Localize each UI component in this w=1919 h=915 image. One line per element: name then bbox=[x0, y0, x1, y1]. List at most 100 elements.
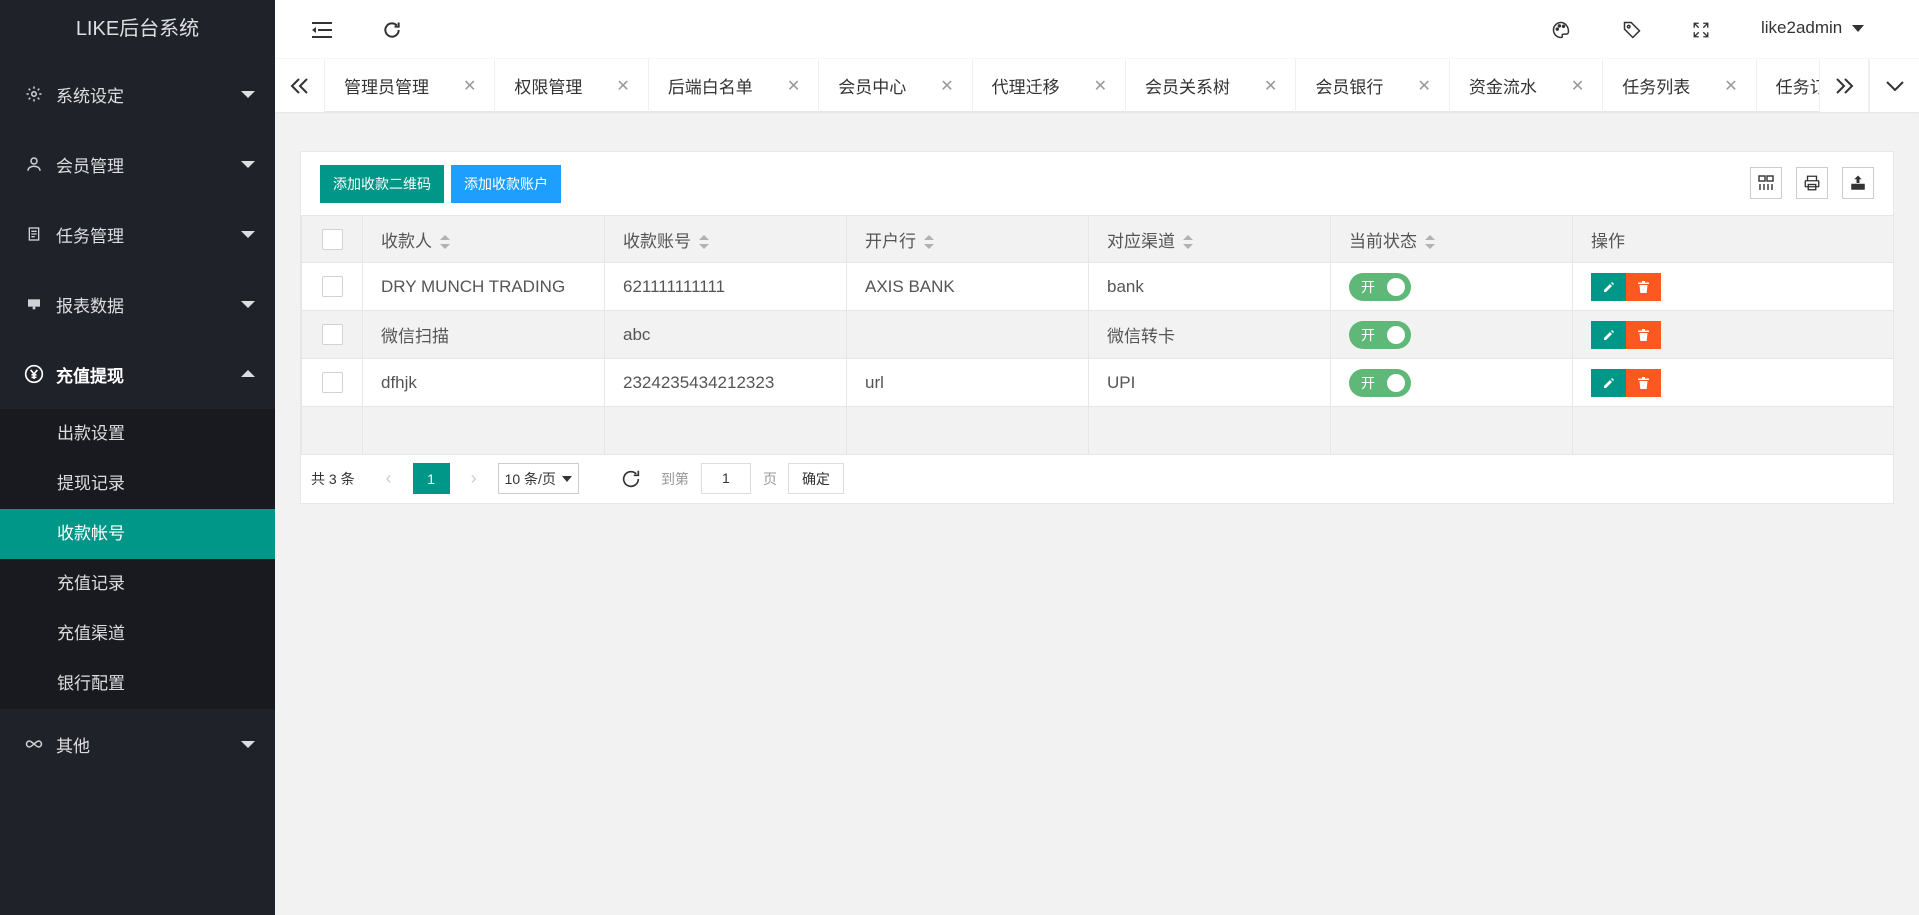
sidebar-subitem-receiving-accounts[interactable]: 收款帐号 bbox=[0, 509, 275, 559]
status-cell: 开 bbox=[1330, 310, 1573, 359]
tab-member-tree[interactable]: 会员关系树 ✕ bbox=[1126, 59, 1297, 112]
tag-icon[interactable] bbox=[1620, 18, 1644, 42]
sort-icon[interactable] bbox=[1425, 235, 1435, 250]
refresh-icon[interactable] bbox=[380, 18, 404, 42]
column-header-status[interactable]: 当前状态 bbox=[1330, 215, 1573, 263]
close-icon[interactable]: ✕ bbox=[1094, 76, 1107, 96]
sidebar-subitem-recharge-records[interactable]: 充值记录 bbox=[0, 559, 275, 609]
close-icon[interactable]: ✕ bbox=[940, 76, 953, 96]
tab-task-list[interactable]: 任务列表 ✕ bbox=[1603, 59, 1757, 112]
table-toolbar: 添加收款二维码 添加收款账户 bbox=[301, 152, 1893, 215]
sidebar-item-other[interactable]: 其他 bbox=[0, 709, 275, 779]
sidebar-subitem-payout-settings[interactable]: 出款设置 bbox=[0, 409, 275, 459]
tabs-menu-button[interactable] bbox=[1869, 59, 1919, 112]
user-menu[interactable]: like2admin bbox=[1761, 18, 1865, 38]
sidebar-item-system-settings[interactable]: 系统设定 bbox=[0, 59, 275, 129]
palette-icon[interactable] bbox=[1549, 18, 1573, 42]
chevron-down-icon bbox=[241, 231, 255, 238]
collapse-menu-icon[interactable] bbox=[310, 18, 334, 42]
sidebar-subitem-bank-config[interactable]: 银行配置 bbox=[0, 659, 275, 709]
sort-icon[interactable] bbox=[440, 235, 450, 250]
delete-button[interactable] bbox=[1626, 320, 1661, 349]
sidebar-subitem-withdraw-records[interactable]: 提现记录 bbox=[0, 459, 275, 509]
tab-permissions[interactable]: 权限管理 ✕ bbox=[495, 59, 649, 112]
goto-label: 到第 bbox=[660, 470, 689, 487]
toggle-knob bbox=[1387, 373, 1405, 392]
edit-button[interactable] bbox=[1591, 272, 1626, 301]
refresh-icon[interactable] bbox=[619, 467, 643, 491]
tab-label: 权限管理 bbox=[514, 78, 583, 97]
sidebar-item-reports[interactable]: 报表数据 bbox=[0, 269, 275, 339]
close-icon[interactable]: ✕ bbox=[1417, 76, 1430, 96]
close-icon[interactable]: ✕ bbox=[463, 76, 476, 96]
sidebar-item-members[interactable]: 会员管理 bbox=[0, 129, 275, 199]
close-icon[interactable]: ✕ bbox=[1571, 76, 1584, 96]
goto-page-input[interactable]: 1 bbox=[700, 463, 751, 494]
edit-button[interactable] bbox=[1591, 368, 1626, 397]
account-cell: abc bbox=[604, 310, 847, 359]
row-checkbox[interactable] bbox=[321, 372, 343, 393]
delete-button[interactable] bbox=[1626, 272, 1661, 301]
delete-button[interactable] bbox=[1626, 368, 1661, 397]
tabs-scroll-left-button[interactable] bbox=[275, 59, 325, 112]
table-row: DRY MUNCH TRADING 621111111111 AXIS BANK… bbox=[301, 262, 1894, 311]
sidebar-item-tasks[interactable]: 任务管理 bbox=[0, 199, 275, 269]
username: like2admin bbox=[1761, 18, 1843, 37]
yen-icon bbox=[24, 364, 44, 384]
close-icon[interactable]: ✕ bbox=[616, 76, 629, 96]
row-checkbox[interactable] bbox=[321, 276, 343, 297]
close-icon[interactable]: ✕ bbox=[787, 76, 800, 96]
status-toggle[interactable]: 开 bbox=[1349, 368, 1411, 397]
fullscreen-icon[interactable] bbox=[1689, 18, 1713, 42]
channel-cell: 微信转卡 bbox=[1088, 310, 1331, 359]
add-account-button[interactable]: 添加收款账户 bbox=[451, 165, 561, 203]
close-icon[interactable]: ✕ bbox=[1724, 76, 1737, 96]
pencil-icon bbox=[1603, 377, 1614, 388]
column-header-bank[interactable]: 开户行 bbox=[846, 215, 1089, 263]
export-icon[interactable] bbox=[1842, 167, 1874, 199]
tab-member-center[interactable]: 会员中心 ✕ bbox=[819, 59, 973, 112]
column-header-account[interactable]: 收款账号 bbox=[604, 215, 847, 263]
tab-label: 任务订单 bbox=[1775, 78, 1819, 97]
tab-label: 会员银行 bbox=[1315, 78, 1384, 97]
pagination: 共 3 条 ‹ 1 › 10 条/页 到第 1 页 确定 bbox=[301, 454, 1893, 503]
sort-icon[interactable] bbox=[924, 235, 934, 250]
toggle-knob bbox=[1387, 325, 1405, 344]
header-label: 开户行 bbox=[865, 231, 916, 251]
empty-cell bbox=[301, 406, 363, 455]
status-toggle[interactable]: 开 bbox=[1349, 320, 1411, 349]
tab-admin-management[interactable]: 管理员管理 ✕ bbox=[325, 59, 496, 112]
chevron-up-icon bbox=[241, 370, 255, 377]
edit-button[interactable] bbox=[1591, 320, 1626, 349]
table-row: dfhjk 2324235434212323 url UPI 开 bbox=[301, 358, 1894, 407]
page-size-select[interactable]: 10 条/页 bbox=[497, 463, 579, 494]
tab-fund-flow[interactable]: 资金流水 ✕ bbox=[1450, 59, 1604, 112]
select-all-checkbox[interactable] bbox=[321, 228, 343, 250]
next-page-icon[interactable]: › bbox=[464, 468, 484, 489]
tab-member-bank[interactable]: 会员银行 ✕ bbox=[1296, 59, 1450, 112]
sidebar-item-label: 系统设定 bbox=[56, 86, 124, 106]
close-icon[interactable]: ✕ bbox=[1264, 76, 1277, 96]
sort-icon[interactable] bbox=[699, 235, 709, 250]
sort-icon[interactable] bbox=[1183, 235, 1193, 250]
prev-page-icon[interactable]: ‹ bbox=[379, 468, 399, 489]
payee-cell: dfhjk bbox=[362, 358, 605, 407]
sidebar-item-recharge-withdraw[interactable]: 充值提现 bbox=[0, 339, 275, 409]
row-checkbox[interactable] bbox=[321, 324, 343, 345]
tab-task-orders[interactable]: 任务订单✕ bbox=[1757, 59, 1819, 112]
tab-whitelist[interactable]: 后端白名单 ✕ bbox=[649, 59, 820, 112]
page-number-current[interactable]: 1 bbox=[412, 463, 450, 494]
tabs-scroll-right-button[interactable] bbox=[1819, 59, 1869, 112]
column-header-channel[interactable]: 对应渠道 bbox=[1088, 215, 1331, 263]
actions-cell bbox=[1572, 310, 1894, 359]
pencil-icon bbox=[1603, 281, 1614, 292]
tab-agent-migration[interactable]: 代理迁移 ✕ bbox=[973, 59, 1127, 112]
status-toggle[interactable]: 开 bbox=[1349, 272, 1411, 301]
app-logo[interactable]: LIKE后台系统 bbox=[0, 0, 275, 59]
goto-confirm-button[interactable]: 确定 bbox=[787, 463, 844, 494]
column-header-payee[interactable]: 收款人 bbox=[362, 215, 605, 263]
print-icon[interactable] bbox=[1796, 167, 1828, 199]
columns-icon[interactable] bbox=[1750, 167, 1782, 199]
sidebar-subitem-recharge-channels[interactable]: 充值渠道 bbox=[0, 609, 275, 659]
add-qr-code-button[interactable]: 添加收款二维码 bbox=[320, 165, 444, 203]
